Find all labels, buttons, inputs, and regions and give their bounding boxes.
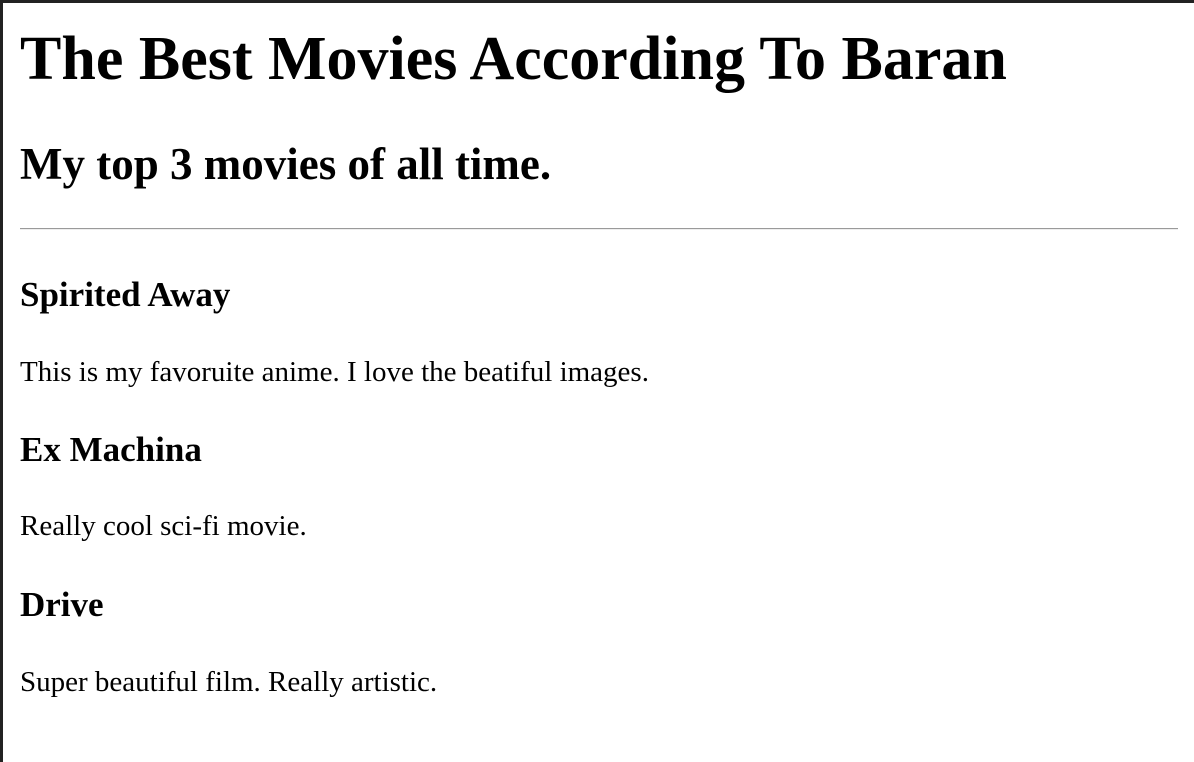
page-subtitle: My top 3 movies of all time. — [20, 139, 552, 189]
page-title: The Best Movies According To Baran — [20, 25, 1007, 93]
movie-title-drive: Drive — [20, 585, 104, 624]
movie-description-spirited-away: This is my favoruite anime. I love the b… — [20, 356, 649, 388]
movie-title-spirited-away: Spirited Away — [20, 275, 231, 314]
movie-title-ex-machina: Ex Machina — [20, 430, 202, 469]
movie-description-drive: Super beautiful film. Really artistic. — [20, 666, 438, 698]
movie-description-ex-machina: Really cool sci-fi movie. — [20, 510, 307, 542]
section-divider — [20, 228, 1178, 230]
